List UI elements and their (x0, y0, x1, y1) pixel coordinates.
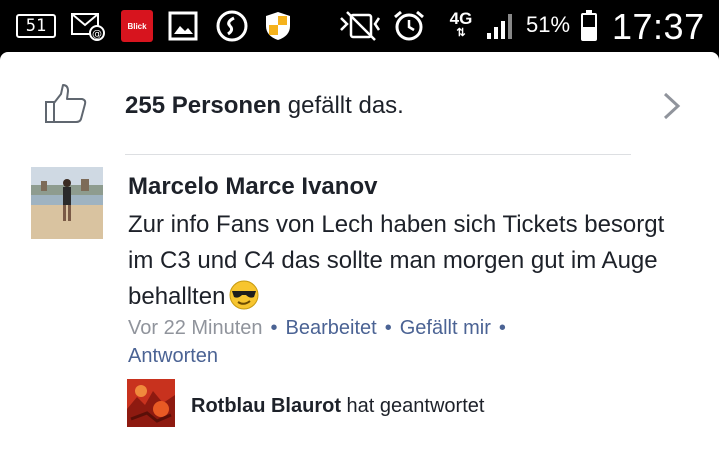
likes-summary: 255 Personen gefällt das. (125, 92, 404, 120)
likes-count: 255 Personen (125, 92, 282, 119)
separator-dot: • (498, 317, 506, 339)
avatar[interactable] (31, 167, 103, 239)
shazam-icon (215, 10, 249, 42)
email-icon: @ (70, 10, 106, 42)
blick-label: Blick (127, 21, 147, 31)
notification-count: 51 (25, 16, 47, 36)
reply-author: Rotblau Blaurot (191, 395, 341, 417)
reply-summary[interactable]: Rotblau Blaurot hat geantwortet (191, 395, 484, 418)
battery-percent: 51% (526, 12, 571, 37)
clock: 17:37 (612, 6, 705, 47)
thumbs-up-icon (45, 84, 87, 123)
avatar-photo (31, 167, 103, 239)
like-comment-button[interactable]: Gefällt mir (400, 317, 491, 339)
battery-icon (581, 10, 597, 41)
comment-author[interactable]: Marcelo Marce Ivanov (128, 173, 377, 201)
gallery-icon (167, 10, 199, 42)
notification-count-icon: 51 (16, 14, 56, 38)
comment-meta: Vor 22 Minuten • Bearbeitet • Gefällt mir • An… (128, 314, 648, 370)
alarm-icon (391, 10, 427, 42)
svg-text:@: @ (92, 29, 102, 40)
comments-card: 255 Personen gefällt das. Marcelo Marce … (0, 52, 719, 451)
network-4g-icon: 4G ⇅ (449, 9, 473, 39)
comment-time[interactable]: Vor 22 Minuten (128, 317, 263, 339)
battery-fill (583, 26, 595, 39)
vibrate-icon (338, 10, 384, 42)
separator-dot: • (270, 317, 278, 339)
reply-action-text: hat geantwortet (341, 395, 485, 417)
edited-link[interactable]: Bearbeitet (286, 317, 377, 339)
reply-avatar-photo (127, 379, 175, 427)
separator-dot: • (384, 317, 392, 339)
comment-body: Zur info Fans von Lech haben sich Ticket… (128, 211, 665, 310)
divider (125, 154, 631, 155)
reply-button[interactable]: Antworten (128, 345, 218, 367)
reply-avatar[interactable] (127, 379, 175, 427)
comment-text: Zur info Fans von Lech haben sich Ticket… (128, 207, 688, 315)
likes-row[interactable]: 255 Personen gefällt das. (0, 52, 719, 156)
shield-icon (262, 10, 294, 42)
likes-suffix: gefällt das. (281, 92, 404, 119)
signal-icon (484, 10, 518, 42)
blick-app-icon: Blick (121, 10, 153, 42)
status-bar: 51 @ Blick 4G ⇅ 51% 17:37 (0, 0, 719, 52)
sunglasses-emoji-icon (229, 280, 259, 310)
chevron-right-icon[interactable] (660, 90, 684, 122)
network-label: 4G (449, 9, 473, 28)
